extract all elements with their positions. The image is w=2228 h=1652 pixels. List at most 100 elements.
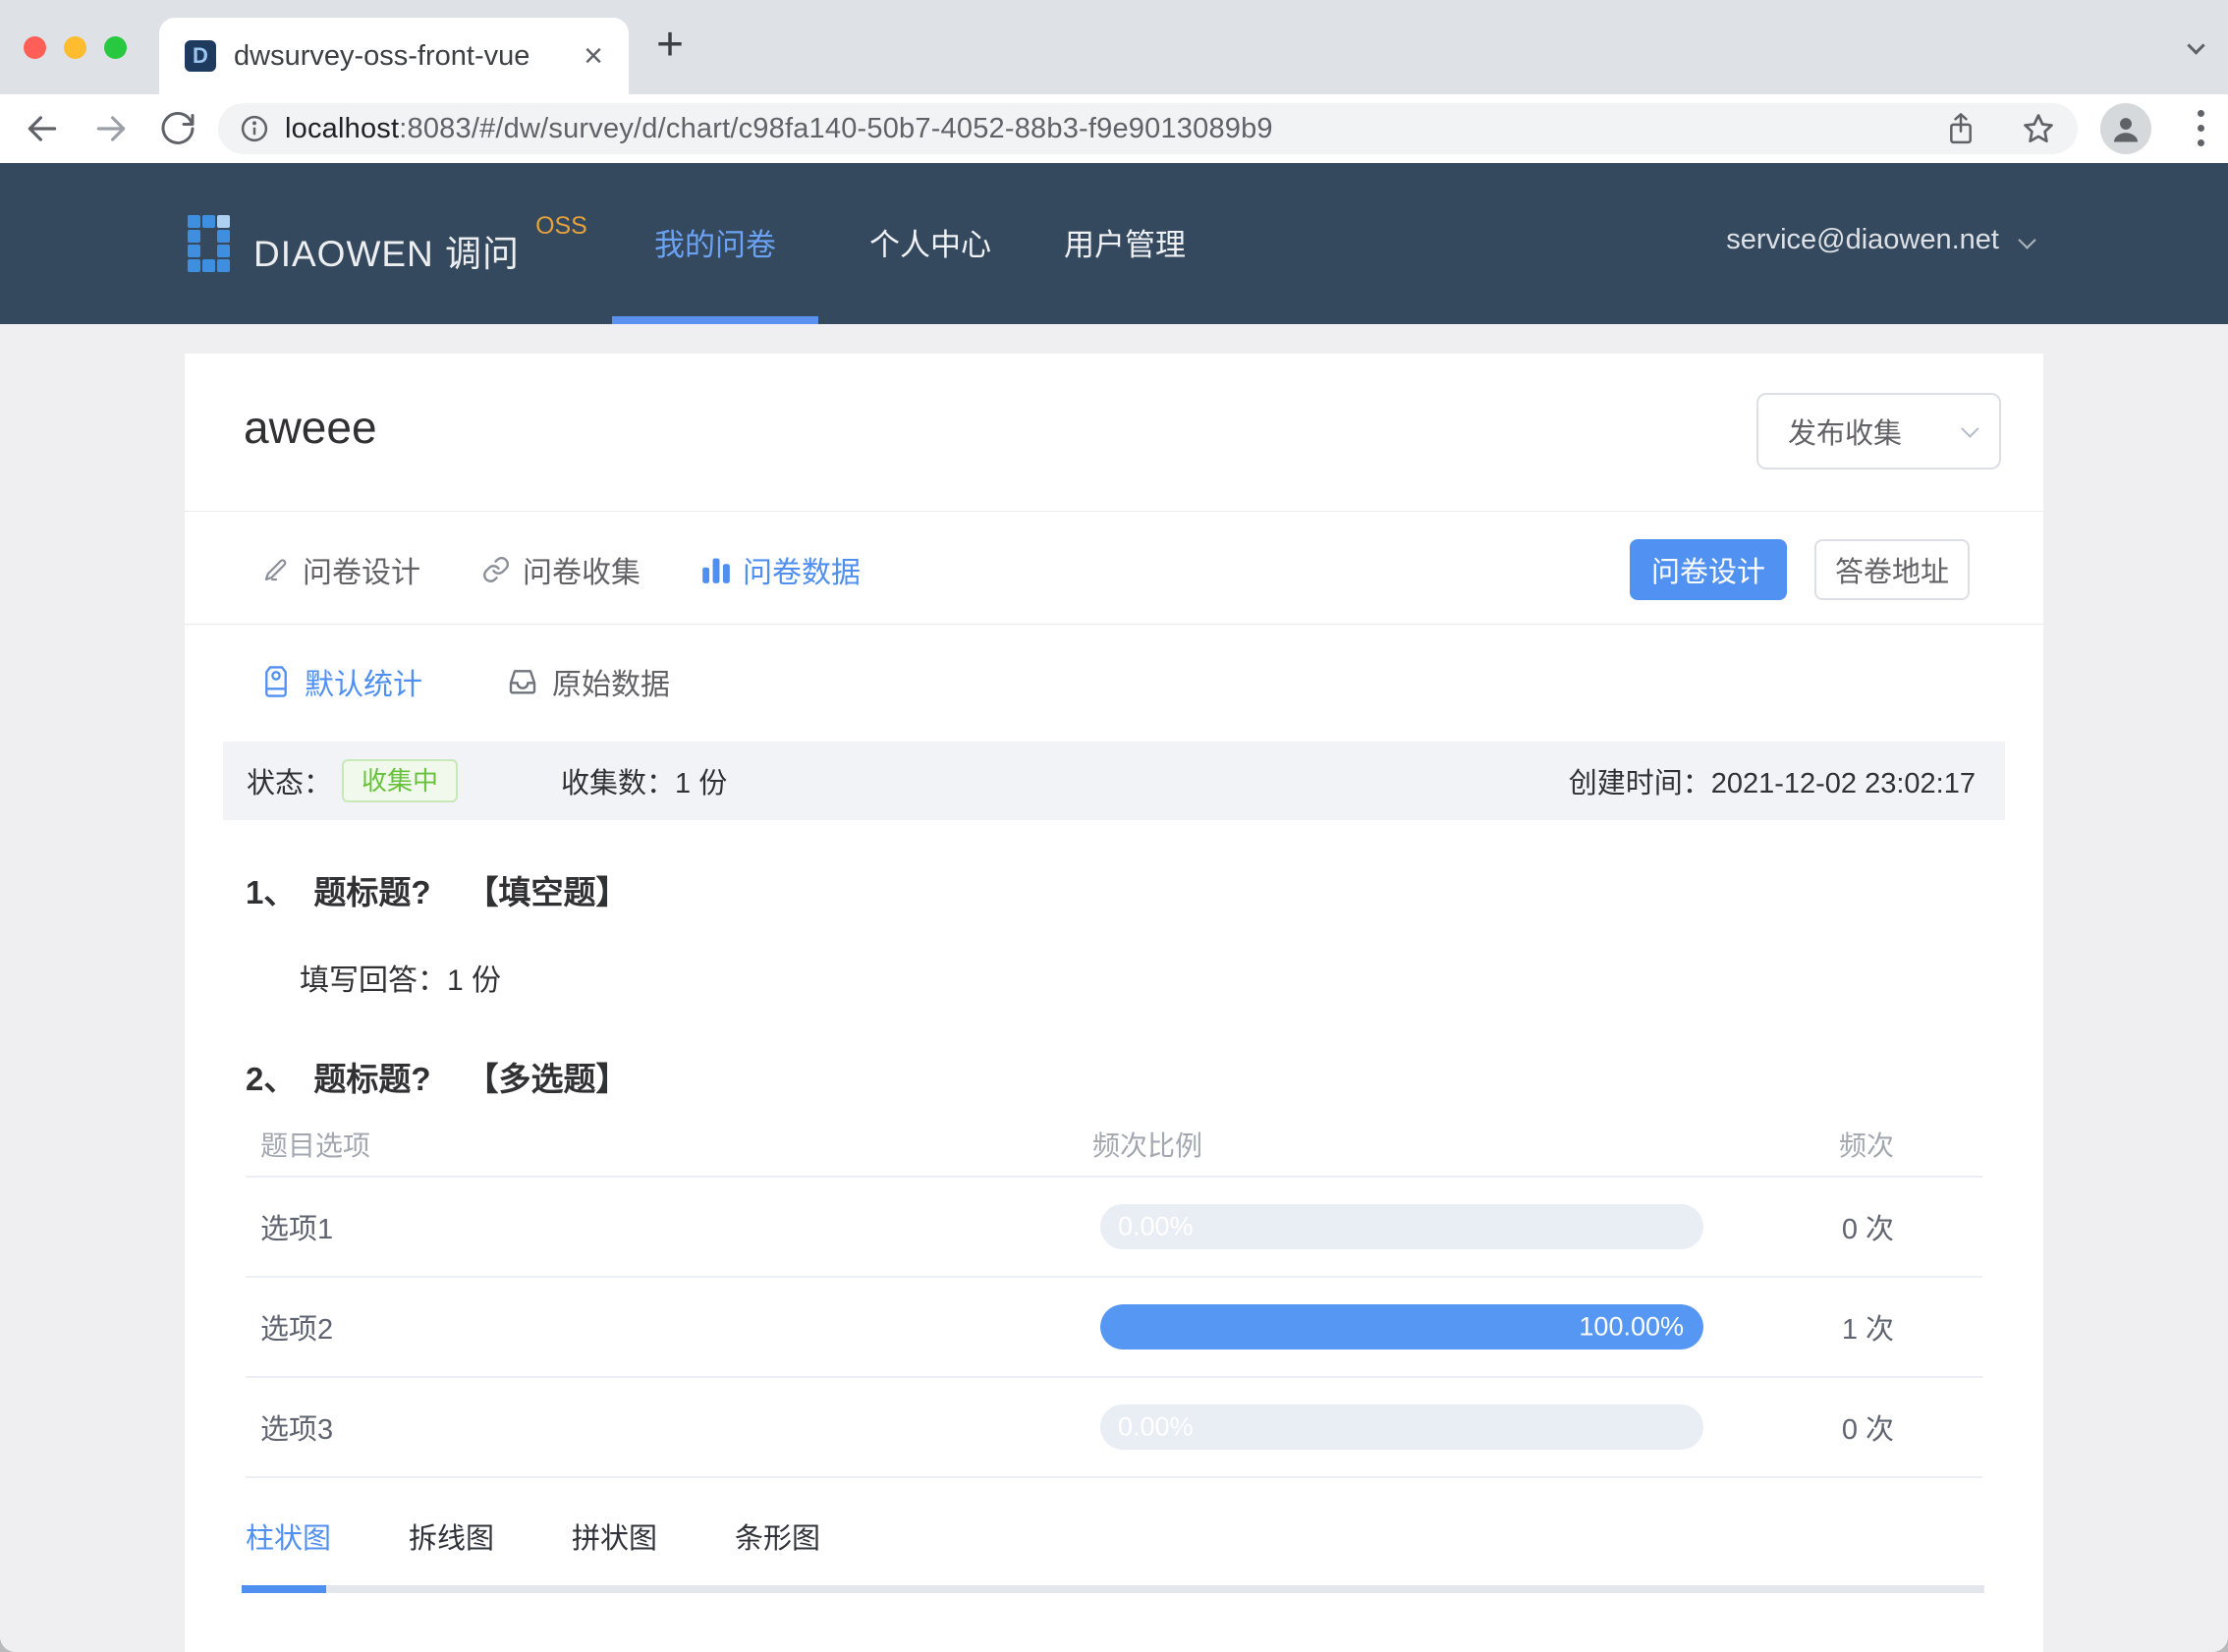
- chart-tabs-active-indicator: [242, 1585, 326, 1593]
- url-host: localhost: [285, 112, 400, 144]
- chevron-down-icon: [1961, 418, 1979, 438]
- tab-label: 问卷数据: [743, 557, 861, 589]
- chart-tabs-track: [242, 1585, 1984, 1593]
- collect-count: 收集数：1 份: [561, 768, 728, 799]
- back-button[interactable]: [22, 108, 63, 149]
- page-background: aweee 发布收集 问卷设计 问卷收集 问卷数据 问卷设计 答卷地址 默认统计…: [0, 324, 2228, 1652]
- column-header-frequency: 频次: [1838, 1130, 1894, 1161]
- column-header-option: 题目选项: [260, 1130, 371, 1161]
- frequency-bar: 100.00%: [1100, 1304, 1703, 1349]
- frequency-bar: 0.00%: [1100, 1204, 1703, 1249]
- tab-label: 默认统计: [305, 669, 422, 701]
- tab-close-icon[interactable]: ×: [584, 39, 603, 73]
- person-icon: [2113, 118, 2139, 142]
- window-zoom-button[interactable]: [104, 36, 127, 59]
- table-row: 选项3 0.00% 0 次: [246, 1378, 1982, 1478]
- frequency-value: 0 次: [1841, 1414, 1894, 1446]
- chevron-down-icon: [2018, 231, 2036, 249]
- table-row: 选项1 0.00% 0 次: [246, 1178, 1982, 1278]
- tab-survey-collect[interactable]: 问卷收集: [481, 548, 641, 591]
- tab-search-chevron-icon[interactable]: [2187, 36, 2205, 57]
- forward-button[interactable]: [90, 108, 132, 149]
- tab-title: dwsurvey-oss-front-vue: [234, 39, 530, 72]
- window-controls: [24, 36, 127, 59]
- frequency-bar: 0.00%: [1100, 1404, 1703, 1450]
- question-1-heading: 1、 题标题? 【填空题】: [246, 866, 629, 913]
- tab-survey-design[interactable]: 问卷设计: [261, 548, 420, 591]
- brand-oss-badge: OSS: [535, 212, 587, 240]
- app-header: DIAOWEN 调问 OSS 我的问卷 个人中心 用户管理 service@di…: [0, 163, 2228, 324]
- status-bar: 状态： 收集中 收集数：1 份 创建时间：2021-12-02 23:02:17: [223, 742, 2005, 820]
- tab-column-chart[interactable]: 柱状图: [246, 1515, 331, 1557]
- survey-card: aweee 发布收集 问卷设计 问卷收集 问卷数据 问卷设计 答卷地址 默认统计…: [185, 354, 2043, 1652]
- browser-menu-button[interactable]: [2198, 110, 2204, 146]
- tab-label: 问卷设计: [303, 557, 420, 589]
- reload-button[interactable]: [157, 108, 198, 149]
- nav-item-user-management[interactable]: 用户管理: [1064, 220, 1186, 264]
- survey-design-button[interactable]: 问卷设计: [1630, 539, 1787, 600]
- app-logo[interactable]: DIAOWEN 调问 OSS: [187, 212, 587, 277]
- chart-type-tabs: 柱状图 拆线图 拼状图 条形图: [246, 1515, 820, 1557]
- url-text: localhost:8083/#/dw/survey/d/chart/c98fa…: [285, 113, 1273, 145]
- question-number: 1、: [246, 874, 297, 910]
- percent-label: 0.00%: [1118, 1211, 1194, 1241]
- window-minimize-button[interactable]: [64, 36, 86, 59]
- percent-label: 100.00%: [1579, 1311, 1684, 1342]
- frequency-value: 0 次: [1841, 1214, 1894, 1245]
- tab-raw-data[interactable]: 原始数据: [507, 660, 670, 703]
- question-number: 2、: [246, 1061, 297, 1097]
- forward-arrow-icon: [96, 116, 126, 141]
- url-path: :8083/#/dw/survey/d/chart/c98fa140-50b7-…: [399, 112, 1273, 144]
- browser-tab-strip: D dwsurvey-oss-front-vue × +: [0, 0, 2228, 94]
- divider: [185, 511, 2043, 512]
- table-row: 选项2 100.00% 1 次: [246, 1278, 1982, 1378]
- share-icon[interactable]: [1944, 111, 1977, 146]
- browser-profile-avatar[interactable]: [2100, 103, 2151, 154]
- tab-bar-chart[interactable]: 条形图: [735, 1515, 820, 1557]
- nav-active-underline: [612, 316, 818, 324]
- new-tab-button[interactable]: +: [656, 22, 684, 69]
- browser-window: D dwsurvey-oss-front-vue × + localhost:8…: [0, 0, 2228, 1652]
- question-type: 【多选题】: [466, 1061, 629, 1097]
- table-header: 题目选项 频次比例 频次: [246, 1113, 1982, 1178]
- option-label: 选项2: [260, 1314, 334, 1346]
- reload-icon: [161, 111, 195, 144]
- publish-collect-select[interactable]: 发布收集: [1756, 393, 2001, 469]
- action-buttons: 问卷设计 答卷地址: [1630, 539, 1970, 600]
- tab-line-chart[interactable]: 拆线图: [409, 1515, 494, 1557]
- publish-collect-value: 发布收集: [1788, 418, 1903, 450]
- user-email: service@diaowen.net: [1726, 224, 1999, 255]
- brand-name: DIAOWEN 调问: [253, 234, 521, 274]
- survey-tab-bar: 问卷设计 问卷收集 问卷数据: [261, 542, 861, 597]
- bookmark-star-icon[interactable]: [2021, 111, 2056, 146]
- bar-chart-icon: [702, 558, 730, 583]
- question-type: 【填空题】: [466, 874, 629, 910]
- question-title: 题标题?: [313, 1061, 431, 1097]
- diaowen-logo-icon: [188, 215, 230, 272]
- tab-pie-chart[interactable]: 拼状图: [572, 1515, 657, 1557]
- divider: [185, 624, 2043, 625]
- browser-toolbar: localhost:8083/#/dw/survey/d/chart/c98fa…: [0, 94, 2228, 163]
- status-badge: 收集中: [342, 759, 459, 802]
- option-label: 选项1: [260, 1214, 334, 1245]
- tab-favicon-icon: D: [185, 40, 216, 72]
- link-icon: [483, 557, 509, 582]
- question-title: 题标题?: [313, 874, 431, 910]
- answer-url-button[interactable]: 答卷地址: [1814, 539, 1970, 600]
- address-bar[interactable]: localhost:8083/#/dw/survey/d/chart/c98fa…: [218, 103, 2078, 154]
- nav-item-personal-center[interactable]: 个人中心: [869, 220, 991, 264]
- percent-label: 0.00%: [1118, 1411, 1194, 1442]
- question-2-stats-table: 题目选项 频次比例 频次 选项1 0.00% 0 次 选项2 100.00% 1…: [246, 1113, 1982, 1478]
- nav-item-my-surveys[interactable]: 我的问卷: [654, 220, 776, 264]
- page-info-icon[interactable]: [240, 114, 269, 143]
- data-tab-bar: 默认统计 原始数据: [261, 654, 670, 709]
- survey-title: aweee: [244, 402, 377, 453]
- window-close-button[interactable]: [24, 36, 46, 59]
- tab-default-stats[interactable]: 默认统计: [261, 660, 422, 703]
- browser-tab[interactable]: D dwsurvey-oss-front-vue ×: [159, 18, 629, 94]
- user-menu[interactable]: service@diaowen.net: [1726, 224, 2036, 256]
- column-header-ratio: 频次比例: [1092, 1130, 1203, 1161]
- tab-survey-data[interactable]: 问卷数据: [701, 548, 861, 591]
- back-arrow-icon: [28, 116, 57, 141]
- question-2-heading: 2、 题标题? 【多选题】: [246, 1053, 629, 1100]
